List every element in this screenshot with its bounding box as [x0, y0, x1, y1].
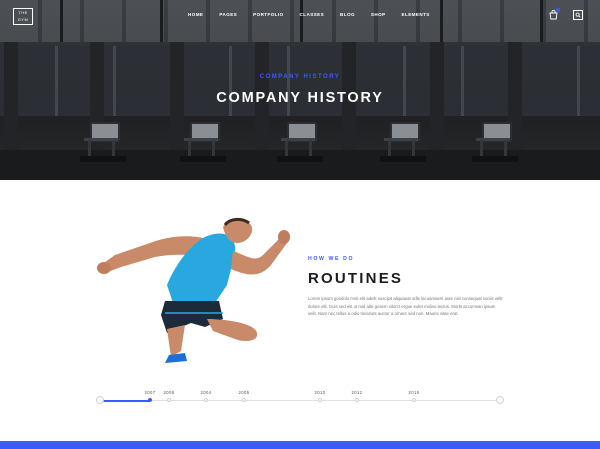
timeline-dot[interactable] [167, 398, 171, 402]
nav-item-pages[interactable]: PAGES [219, 12, 237, 22]
nav-item-portfolio[interactable]: PORTFOLIO [253, 12, 283, 22]
nav-item-home[interactable]: HOME [188, 12, 203, 22]
treadmill [80, 122, 126, 162]
nav-item-elements[interactable]: ELEMENTS [402, 12, 430, 22]
hero-beam [540, 0, 543, 42]
section-eyebrow: HOW WE DO [308, 256, 355, 262]
nav-item-classes[interactable]: CLASSES [300, 12, 325, 22]
timeline-year[interactable]: 2015 [409, 390, 420, 395]
site-logo[interactable]: THE GYM [13, 8, 33, 25]
timeline-year[interactable]: 2005 [239, 390, 250, 395]
nav-item-shop[interactable]: SHOP [371, 12, 386, 22]
hero-title: COMPANY HISTORY [216, 90, 384, 106]
bottom-accent-bar [0, 441, 600, 449]
timeline-year[interactable]: 2010 [315, 390, 326, 395]
timeline-next-button[interactable] [496, 396, 504, 404]
treadmill [380, 122, 426, 162]
treadmill [180, 122, 226, 162]
section-body-text: Lorem ipsum gosdolo mnit elit adelit sus… [308, 296, 503, 317]
treadmill [277, 122, 323, 162]
timeline-year[interactable]: 2007 [145, 390, 156, 395]
timeline-dot[interactable] [204, 398, 208, 402]
logo-text: THE GYM [17, 10, 29, 22]
search-icon[interactable] [573, 10, 583, 20]
treadmill [472, 122, 518, 162]
main-nav: HOME PAGES PORTFOLIO CLASSES BLOG SHOP E… [188, 12, 446, 22]
nav-item-blog[interactable]: BLOG [340, 12, 355, 22]
timeline-dot[interactable] [412, 398, 416, 402]
timeline-dot[interactable] [318, 398, 322, 402]
hero-beam [160, 0, 163, 42]
timeline-dot[interactable] [148, 398, 152, 402]
timeline-prev-button[interactable] [96, 396, 104, 404]
timeline-year[interactable]: 2004 [201, 390, 212, 395]
timeline-dot[interactable] [355, 398, 359, 402]
timeline-track [102, 400, 498, 401]
timeline-progress [102, 399, 150, 402]
hero-banner: THE GYM HOME PAGES PORTFOLIO CLASSES BLO… [0, 0, 600, 180]
timeline-year[interactable]: 2012 [352, 390, 363, 395]
hero-beam [60, 0, 63, 42]
hero-subtitle: COMPANY HISTORY [259, 74, 341, 80]
cart-badge [556, 8, 560, 12]
athlete-image [97, 217, 290, 363]
timeline-year[interactable]: 2008 [164, 390, 175, 395]
section-title: ROUTINES [308, 270, 404, 287]
timeline-dot[interactable] [242, 398, 246, 402]
